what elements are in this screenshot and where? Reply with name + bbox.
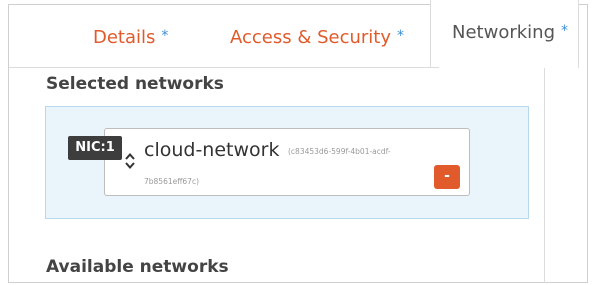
selected-networks-title: Selected networks [46,74,224,94]
remove-network-button[interactable]: - [434,165,460,189]
tab-access-security-label: Access & Security [230,27,392,48]
network-id: (c83453d6-599f-4b01-acdf- [288,147,391,156]
tab-details-label: Details [93,27,156,48]
tab-details[interactable]: Details * [93,5,168,67]
column-divider [544,68,545,283]
network-name: cloud-network [144,139,280,161]
nic-badge: NIC:1 [68,136,122,160]
tab-networking-label: Networking [452,22,555,43]
network-id-continued: 7b8561eff67c) [144,177,199,186]
tab-access-security[interactable]: Access & Security * [230,5,404,67]
available-networks-title: Available networks [46,257,229,277]
sort-handle-icon[interactable] [124,152,136,170]
required-marker: * [397,28,405,44]
required-marker: * [561,23,568,39]
tab-networking[interactable]: Networking * [430,0,579,68]
required-marker: * [161,28,169,44]
tab-divider [9,67,439,68]
